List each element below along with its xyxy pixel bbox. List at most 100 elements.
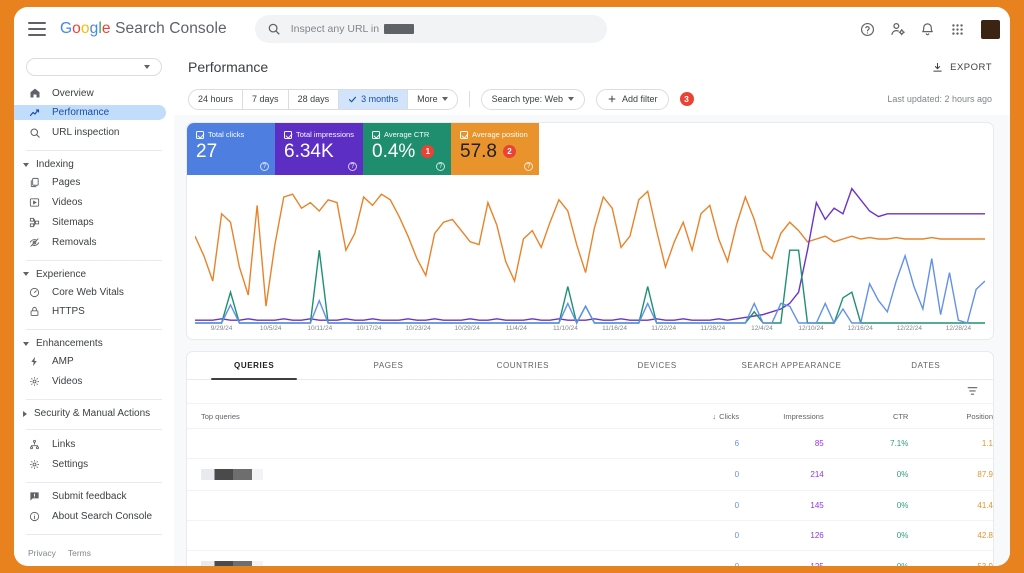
metric-card-average-ctr[interactable]: Average CTR 0.4% 1 ? <box>363 123 451 175</box>
sidebar-group-indexing[interactable]: Indexing <box>14 158 174 171</box>
menu-icon[interactable] <box>28 22 46 36</box>
performance-chart[interactable]: 9/29/24 10/5/24 10/11/24 10/17/24 10/23/24 10… <box>187 175 993 339</box>
bolt-icon <box>28 356 41 367</box>
account-settings-icon[interactable] <box>889 21 906 38</box>
tab-countries[interactable]: COUNTRIES <box>456 352 590 379</box>
sidebar-item-links[interactable]: Links <box>14 437 166 452</box>
search-console-window: Google Search Console Inspect any URL in <box>14 7 1010 566</box>
filter-icon[interactable] <box>966 385 979 398</box>
metric-badge: 2 <box>502 145 516 158</box>
column-header-impressions[interactable]: Impressions <box>739 404 823 429</box>
cell-position: 41.4 <box>908 490 993 521</box>
metric-label: Average CTR <box>384 130 430 139</box>
sidebar-item-settings[interactable]: Settings <box>14 457 166 472</box>
sidebar-item-overview[interactable]: Overview <box>14 86 166 101</box>
sidebar-item-performance[interactable]: Performance <box>14 105 166 121</box>
cell-impressions: 125 <box>739 550 824 566</box>
brand-product-name: Search Console <box>115 20 227 37</box>
add-filter-button[interactable]: Add filter <box>596 88 669 110</box>
chart-series-average-position <box>195 191 985 306</box>
help-icon[interactable]: ? <box>348 162 357 171</box>
table-row[interactable]: 0 145 0% 41.4 <box>187 490 993 521</box>
x-axis-tick-label: 12/22/24 <box>896 325 922 332</box>
checkbox-icon[interactable] <box>284 130 292 139</box>
table-row[interactable]: 0 214 0% 87.9 <box>187 458 993 491</box>
sidebar-item-sitemaps[interactable]: Sitemaps <box>14 215 166 230</box>
top-bar: Google Search Console Inspect any URL in <box>14 7 1010 51</box>
sidebar-item-videos-indexing[interactable]: Videos <box>14 195 166 210</box>
range-28-days[interactable]: 28 days <box>289 89 340 109</box>
tab-devices[interactable]: DEVICES <box>590 352 724 379</box>
page-title: Performance <box>188 59 269 75</box>
brand-logo: Google Search Console <box>60 20 227 37</box>
range-3-months[interactable]: 3 months <box>339 89 409 109</box>
cell-position: 53.9 <box>908 550 993 566</box>
download-icon <box>933 62 942 72</box>
column-header-clicks[interactable]: ↓ Clicks <box>654 404 739 429</box>
sidebar-item-https[interactable]: HTTPS <box>14 305 166 320</box>
plus-icon <box>608 95 616 103</box>
sidebar-item-label: Core Web Vitals <box>52 286 124 298</box>
sidebar-item-url-inspection[interactable]: URL inspection <box>14 125 166 140</box>
url-inspection-search[interactable]: Inspect any URL in <box>254 15 607 43</box>
tab-search-appearance[interactable]: SEARCH APPEARANCE <box>724 352 858 379</box>
x-axis-tick-label: 12/16/24 <box>847 325 873 332</box>
cell-ctr: 0% <box>823 550 909 566</box>
sidebar-item-videos-enhancements[interactable]: Videos <box>14 374 166 389</box>
user-avatar[interactable] <box>981 19 1000 39</box>
column-header-query[interactable]: Top queries <box>187 404 654 429</box>
metric-card-total-impressions[interactable]: Total impressions 6.34K ? <box>275 123 363 175</box>
help-icon[interactable]: ? <box>260 162 269 171</box>
apps-grid-icon[interactable] <box>949 21 966 38</box>
search-type-filter[interactable]: Search type: Web <box>480 88 586 110</box>
column-header-ctr[interactable]: CTR <box>824 404 908 429</box>
cell-impressions: 214 <box>739 458 824 491</box>
sidebar-item-core-web-vitals[interactable]: Core Web Vitals <box>14 285 166 300</box>
x-axis-tick-label: 12/10/24 <box>798 325 824 332</box>
cell-impressions: 126 <box>739 520 824 551</box>
sidebar-group-experience[interactable]: Experience <box>14 267 174 280</box>
sidebar-item-about-search-console[interactable]: About Search Console <box>14 509 166 524</box>
sidebar-item-amp[interactable]: AMP <box>14 355 166 370</box>
chart-plot-area <box>195 177 985 325</box>
sidebar-group-enhancements[interactable]: Enhancements <box>14 337 174 350</box>
sidebar-item-pages[interactable]: Pages <box>14 175 166 190</box>
range-7-days[interactable]: 7 days <box>243 89 289 109</box>
help-icon[interactable]: ? <box>524 162 533 171</box>
chart-series-total-clicks <box>195 256 985 323</box>
table-filter-row <box>187 380 993 404</box>
table-row[interactable]: 0 126 0% 42.8 <box>187 520 993 551</box>
help-icon[interactable] <box>859 21 876 38</box>
table-row[interactable]: 6 85 7.1% 1.1 <box>187 428 993 459</box>
terms-link[interactable]: Terms <box>68 548 91 558</box>
sidebar-item-submit-feedback[interactable]: Submit feedback <box>14 490 166 505</box>
column-header-position[interactable]: Position <box>908 404 993 429</box>
tab-pages[interactable]: PAGES <box>321 352 455 379</box>
sort-desc-icon: ↓ <box>712 412 717 421</box>
export-label: EXPORT <box>950 61 992 73</box>
sidebar-group-security-manual-actions[interactable]: Security & Manual Actions <box>14 407 174 420</box>
range-24-hours[interactable]: 24 hours <box>189 89 244 109</box>
metric-card-total-clicks[interactable]: Total clicks 27 ? <box>187 123 275 175</box>
checkbox-icon[interactable] <box>196 130 204 139</box>
table-body: 6 85 7.1% 1.1 0 214 0% 87.9 0 145 0% 41.4 0 126 0% 42.8… <box>187 428 993 566</box>
table-row[interactable]: 01250%53.9 <box>187 550 993 566</box>
tab-queries[interactable]: QUERIES <box>187 352 321 380</box>
toolbar-divider <box>468 91 470 107</box>
property-selector[interactable] <box>26 58 162 76</box>
filter-count-badge: 3 <box>679 92 694 106</box>
tab-dates[interactable]: DATES <box>859 352 993 379</box>
sidebar-item-removals[interactable]: Removals <box>14 235 166 250</box>
search-input[interactable]: Inspect any URL in <box>291 23 415 35</box>
export-button[interactable]: EXPORT <box>932 62 992 73</box>
privacy-link[interactable]: Privacy <box>28 548 56 558</box>
range-more[interactable]: More <box>408 90 457 109</box>
cell-clicks: 0 <box>654 458 740 491</box>
checkbox-icon[interactable] <box>460 130 468 139</box>
x-axis-tick-label: 11/28/24 <box>700 325 726 332</box>
metric-card-average-position[interactable]: Average position 57.8 2 ? <box>451 123 539 175</box>
checkbox-icon[interactable] <box>372 130 380 139</box>
check-icon <box>349 96 357 102</box>
notifications-bell-icon[interactable] <box>919 21 936 38</box>
help-icon[interactable]: ? <box>436 162 445 171</box>
